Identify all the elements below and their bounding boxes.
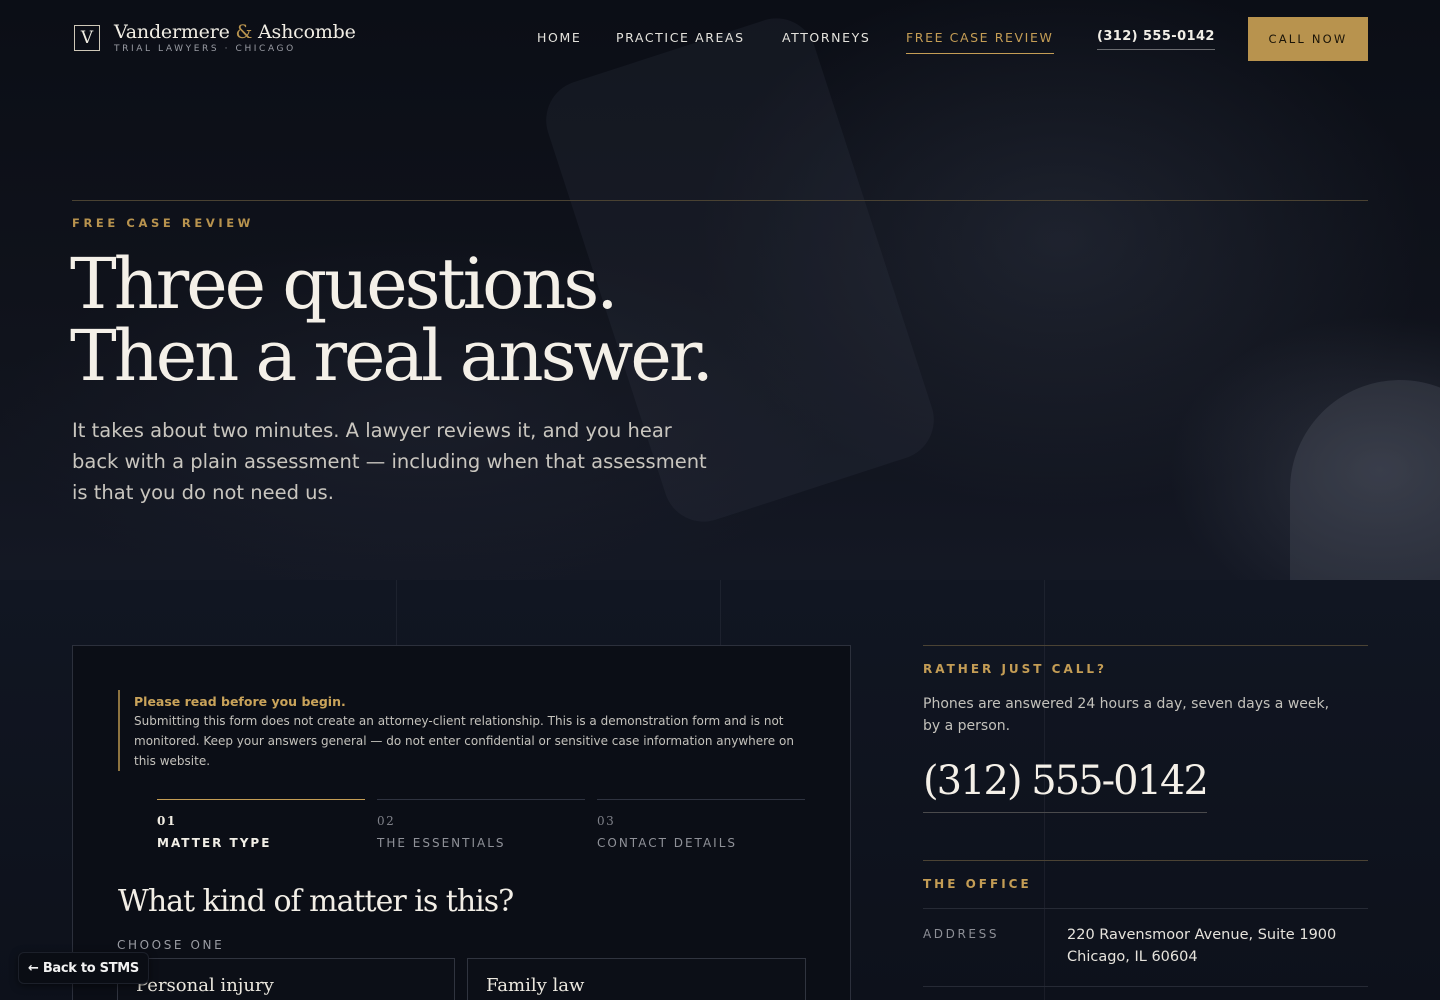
office-divider [923, 908, 1368, 909]
firm-name[interactable]: Vandermere & Ashcombe [114, 21, 356, 43]
address-value: 220 Ravensmoor Avenue, Suite 1900 Chicag… [1067, 924, 1336, 968]
step-matter-type[interactable]: 01 MATTER TYPE [157, 799, 365, 859]
step-label: MATTER TYPE [157, 836, 272, 850]
step-number: 02 [377, 814, 396, 828]
address-label: ADDRESS [923, 927, 1000, 941]
address-line1: 220 Ravensmoor Avenue, Suite 1900 [1067, 927, 1337, 943]
sidebar-divider [923, 645, 1368, 646]
hero-eyebrow: FREE CASE REVIEW [72, 216, 254, 230]
call-eyebrow: RATHER JUST CALL? [923, 662, 1108, 676]
office-eyebrow: THE OFFICE [923, 877, 1032, 891]
page-title: Three questions. Then a real answer. [70, 243, 714, 397]
step-number: 01 [157, 814, 177, 828]
address-line2: Chicago, IL 60604 [1067, 949, 1198, 965]
firm-tagline: TRIAL LAWYERS · CHICAGO [114, 44, 296, 54]
page-title-line2: Then a real answer. [70, 315, 714, 397]
step-label: THE ESSENTIALS [377, 836, 506, 850]
option-label: Personal injury [136, 975, 274, 996]
option-family-law[interactable]: Family law [467, 958, 806, 1000]
nav-active-indicator [906, 53, 1054, 54]
firm-name-part2: Ashcombe [258, 21, 356, 43]
notice-title: Please read before you begin. [134, 694, 346, 709]
step-contact-details[interactable]: 03 CONTACT DETAILS [597, 799, 805, 859]
sidebar-phone-link[interactable]: (312) 555-0142 [923, 758, 1209, 813]
hero-background-shape [1290, 380, 1440, 580]
nav-home[interactable]: HOME [537, 30, 581, 45]
logo-icon[interactable]: V [74, 25, 100, 51]
notice-body: Submitting this form does not create an … [134, 714, 794, 768]
hero-divider [72, 200, 1368, 201]
option-label: Family law [486, 975, 585, 996]
question-hint: CHOOSE ONE [117, 938, 225, 952]
call-description: Phones are answered 24 hours a day, seve… [923, 696, 1330, 734]
option-personal-injury[interactable]: Personal injury [117, 958, 455, 1000]
nav-attorneys[interactable]: ATTORNEYS [782, 30, 870, 45]
firm-name-part1: Vandermere [114, 21, 230, 43]
call-now-button[interactable]: CALL NOW [1248, 17, 1368, 61]
step-the-essentials[interactable]: 02 THE ESSENTIALS [377, 799, 585, 859]
step-label: CONTACT DETAILS [597, 836, 737, 850]
nav-free-case-review[interactable]: FREE CASE REVIEW [906, 30, 1053, 45]
step-number: 03 [597, 814, 616, 828]
office-divider [923, 986, 1368, 987]
sidebar-divider [923, 860, 1368, 861]
nav-phone-link[interactable]: (312) 555-0142 [1097, 29, 1215, 50]
question-title: What kind of matter is this? [118, 884, 514, 919]
firm-name-ampersand: & [235, 21, 253, 43]
page-title-line1: Three questions. [70, 243, 618, 325]
back-to-stms-button[interactable]: ← Back to STMS [18, 952, 149, 984]
disclaimer-notice: Please read before you begin. Submitting… [118, 690, 798, 771]
hero-lede: It takes about two minutes. A lawyer rev… [72, 419, 707, 504]
nav-practice-areas[interactable]: PRACTICE AREAS [616, 30, 745, 45]
top-navigation: V Vandermere & Ashcombe TRIAL LAWYERS · … [72, 16, 1368, 62]
